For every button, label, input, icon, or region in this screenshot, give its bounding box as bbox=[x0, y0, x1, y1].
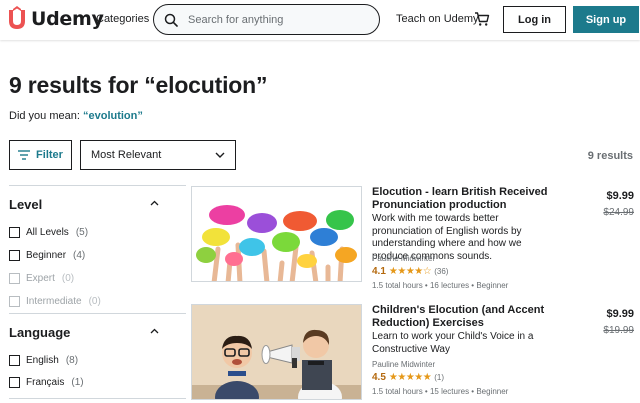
course-rating: 4.5 ★★★★★ (1) bbox=[372, 372, 444, 383]
checkbox[interactable] bbox=[9, 355, 20, 366]
signup-button[interactable]: Sign up bbox=[573, 6, 639, 33]
children-megaphone-photo bbox=[192, 305, 361, 399]
sidebar-divider bbox=[9, 313, 186, 314]
udemy-logo-text: Udemy bbox=[31, 8, 104, 30]
checkbox[interactable] bbox=[9, 250, 20, 261]
rating-value: 4.5 bbox=[372, 372, 386, 383]
checkbox bbox=[9, 296, 20, 307]
course-title[interactable]: Children's Elocution (and Accent Reducti… bbox=[372, 304, 552, 330]
level-option-expert: Expert (0) bbox=[9, 273, 74, 284]
chevron-up-icon[interactable] bbox=[150, 200, 159, 206]
results-count: 9 results bbox=[587, 150, 633, 162]
option-label: Français bbox=[26, 377, 65, 388]
sort-value: Most Relevant bbox=[91, 149, 162, 161]
course-description: Learn to work your Child's Voice in a Co… bbox=[372, 331, 534, 355]
option-count: (1) bbox=[71, 377, 84, 388]
course-author: Pauline Midwinter bbox=[372, 360, 436, 369]
course-card[interactable]: Children's Elocution (and Accent Reducti… bbox=[191, 304, 640, 403]
option-label: Beginner bbox=[26, 250, 67, 261]
course-card[interactable]: Elocution - learn British Received Pronu… bbox=[191, 186, 640, 290]
option-label: Intermediate bbox=[26, 296, 82, 307]
review-count: (1) bbox=[434, 373, 445, 382]
udemy-logo[interactable]: Udemy bbox=[6, 6, 104, 32]
review-count: (36) bbox=[434, 267, 449, 276]
sidebar-divider bbox=[9, 185, 186, 186]
level-option-all-levels[interactable]: All Levels (5) bbox=[9, 227, 88, 238]
chevron-down-icon bbox=[215, 152, 225, 158]
course-rating: 4.1 ★★★★☆ (36) bbox=[372, 266, 448, 277]
option-count: (8) bbox=[65, 355, 79, 366]
language-filter-heading[interactable]: Language bbox=[9, 325, 70, 340]
star-rating-icon: ★★★★★ bbox=[388, 372, 432, 383]
course-price: $9.99 bbox=[606, 308, 634, 320]
level-option-intermediate: Intermediate (0) bbox=[9, 296, 101, 307]
search-input[interactable] bbox=[188, 13, 368, 26]
course-thumbnail[interactable] bbox=[191, 186, 362, 282]
shopping-cart-icon[interactable] bbox=[474, 11, 490, 27]
course-meta: 1.5 total hours • 16 lectures • Beginner bbox=[372, 281, 509, 290]
level-filter-heading[interactable]: Level bbox=[9, 197, 42, 212]
language-option-francais[interactable]: Français (1) bbox=[9, 377, 84, 388]
filter-label: Filter bbox=[36, 149, 63, 161]
course-thumbnail[interactable] bbox=[191, 304, 362, 400]
checkbox bbox=[9, 273, 20, 284]
search-bar[interactable] bbox=[153, 4, 380, 35]
course-original-price: $24.99 bbox=[603, 207, 634, 218]
filter-button[interactable]: Filter bbox=[9, 140, 72, 170]
option-label: Expert bbox=[26, 273, 55, 284]
course-meta: 1.5 total hours • 15 lectures • Beginner bbox=[372, 387, 509, 396]
filter-icon bbox=[18, 150, 31, 160]
course-price: $9.99 bbox=[606, 190, 634, 202]
top-nav-bar: Udemy Categories Teach on Udemy Log in S… bbox=[0, 0, 640, 40]
language-option-english[interactable]: English (8) bbox=[9, 355, 78, 366]
rating-value: 4.1 bbox=[372, 266, 386, 277]
chevron-up-icon[interactable] bbox=[150, 328, 159, 334]
sidebar-divider bbox=[9, 398, 186, 399]
suggestion-link[interactable]: “evolution” bbox=[83, 110, 143, 122]
teach-on-udemy-link[interactable]: Teach on Udemy bbox=[396, 13, 479, 25]
did-you-mean-label: Did you mean: bbox=[9, 110, 83, 122]
speech-bubbles-illustration bbox=[192, 187, 361, 281]
checkbox[interactable] bbox=[9, 377, 20, 388]
option-count: (0) bbox=[61, 273, 75, 284]
did-you-mean: Did you mean: “evolution” bbox=[9, 110, 143, 122]
course-author: Pauline Midwinter bbox=[372, 254, 436, 263]
option-label: All Levels bbox=[26, 227, 69, 238]
option-count: (5) bbox=[75, 227, 89, 238]
course-original-price: $19.99 bbox=[603, 325, 634, 336]
option-count: (0) bbox=[88, 296, 101, 307]
level-option-beginner[interactable]: Beginner (4) bbox=[9, 250, 85, 261]
option-count: (4) bbox=[73, 250, 86, 261]
search-icon bbox=[164, 13, 178, 27]
checkbox[interactable] bbox=[9, 227, 20, 238]
star-rating-icon: ★★★★☆ bbox=[388, 266, 432, 277]
option-label: English bbox=[26, 355, 59, 366]
categories-menu[interactable]: Categories bbox=[96, 13, 149, 25]
udemy-logo-icon bbox=[9, 6, 25, 29]
results-title: 9 results for “elocution” bbox=[9, 72, 268, 98]
course-title[interactable]: Elocution - learn British Received Pronu… bbox=[372, 186, 552, 212]
sort-dropdown[interactable]: Most Relevant bbox=[80, 140, 236, 170]
login-button[interactable]: Log in bbox=[503, 6, 566, 33]
